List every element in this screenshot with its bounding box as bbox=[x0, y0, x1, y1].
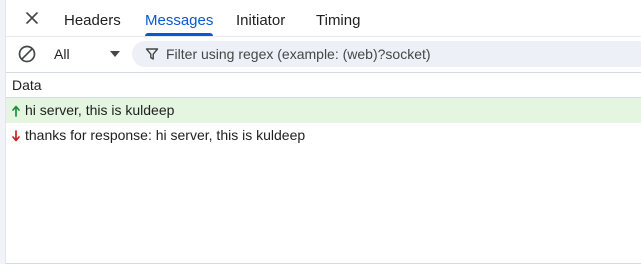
tab-timing[interactable]: Timing bbox=[310, 0, 366, 36]
tab-bar: Headers Messages Initiator Timing bbox=[6, 0, 641, 36]
messages-table: Data hi server, this is kuldeep thanks f… bbox=[6, 72, 641, 264]
column-header-data[interactable]: Data bbox=[6, 73, 641, 98]
tab-messages[interactable]: Messages bbox=[139, 0, 219, 36]
filter-box[interactable] bbox=[132, 41, 641, 67]
filter-icon bbox=[144, 46, 160, 62]
websocket-messages-panel: Headers Messages Initiator Timing All Fi… bbox=[0, 0, 641, 264]
block-icon bbox=[18, 45, 36, 63]
clear-messages-button[interactable] bbox=[16, 43, 38, 65]
messages-toolbar: All bbox=[6, 36, 641, 71]
arrow-up-icon bbox=[12, 98, 20, 123]
message-text: hi server, this is kuldeep bbox=[25, 102, 175, 118]
message-row-sent[interactable]: hi server, this is kuldeep bbox=[6, 98, 641, 123]
tab-headers[interactable]: Headers bbox=[58, 0, 127, 36]
tab-initiator[interactable]: Initiator bbox=[230, 0, 291, 36]
message-text: thanks for response: hi server, this is … bbox=[25, 127, 306, 143]
message-row-received[interactable]: thanks for response: hi server, this is … bbox=[6, 123, 641, 148]
message-type-select-value: All bbox=[54, 46, 70, 62]
filter-input[interactable] bbox=[166, 41, 636, 67]
close-button[interactable] bbox=[22, 8, 42, 28]
column-header-label: Data bbox=[12, 77, 42, 93]
close-icon bbox=[26, 12, 38, 24]
arrow-down-icon bbox=[12, 123, 20, 148]
message-type-select[interactable]: All bbox=[46, 41, 128, 67]
chevron-down-icon bbox=[110, 51, 120, 57]
